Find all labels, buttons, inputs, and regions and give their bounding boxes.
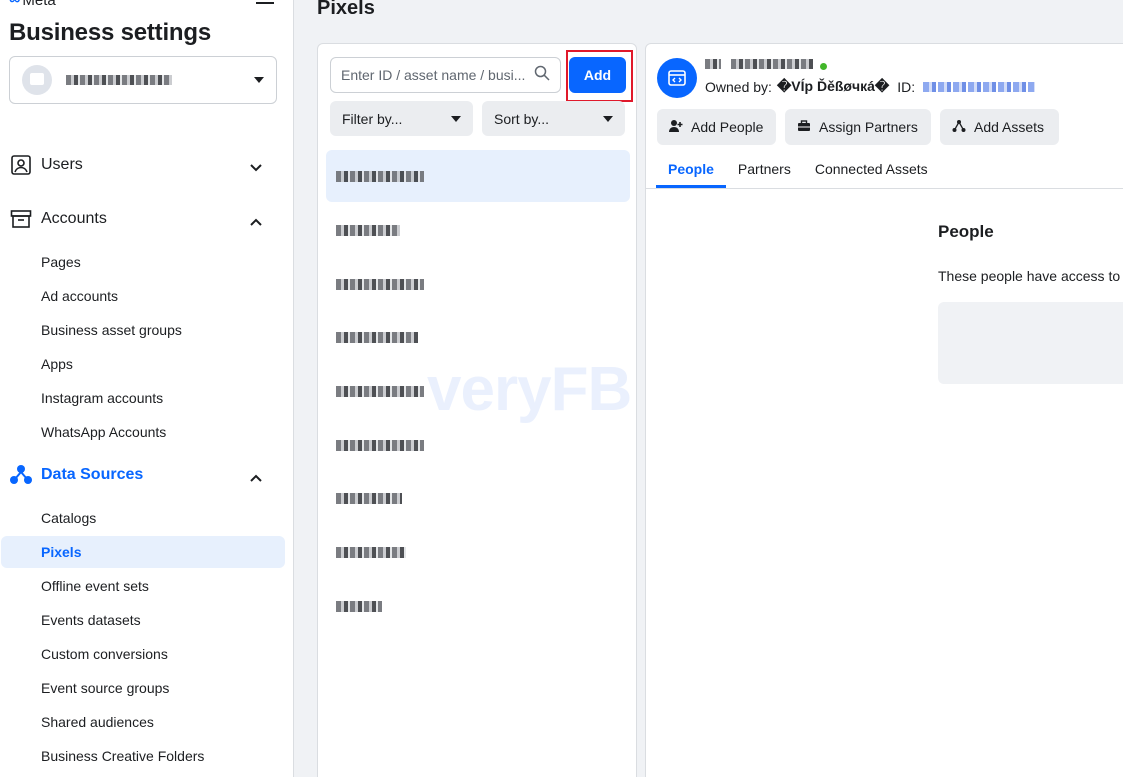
tabs-divider <box>646 188 1123 189</box>
sort-label: Sort by... <box>494 110 549 127</box>
people-heading: People <box>938 222 994 241</box>
business-selector[interactable] <box>9 56 277 104</box>
assets-network-icon <box>952 119 966 136</box>
filter-dropdown[interactable]: Filter by... <box>330 101 473 136</box>
archive-box-icon <box>9 207 33 231</box>
add-button[interactable]: Add <box>569 57 626 93</box>
chevron-up-icon <box>250 213 262 231</box>
pixel-name-redacted <box>336 600 382 612</box>
pixel-name-redacted <box>336 224 400 236</box>
sidebar-item-apps[interactable]: Apps <box>1 348 285 380</box>
business-avatar <box>22 65 52 95</box>
sidebar-item-offline-event-sets[interactable]: Offline event sets <box>1 570 285 602</box>
pixel-name-redacted <box>336 385 424 397</box>
sidebar-item-business-creative-folders[interactable]: Business Creative Folders <box>1 740 285 772</box>
sidebar: ∞ Meta Business settings Users Accounts … <box>0 0 294 777</box>
sidebar-item-pages[interactable]: Pages <box>1 246 285 278</box>
pixel-name-redacted <box>336 331 418 343</box>
data-sources-icon <box>9 463 33 487</box>
list-item[interactable] <box>326 204 630 256</box>
business-name-redacted <box>66 75 172 85</box>
list-item[interactable] <box>326 419 630 471</box>
sidebar-item-whatsapp-accounts[interactable]: WhatsApp Accounts <box>1 416 285 448</box>
chevron-up-icon <box>250 469 262 487</box>
meta-logo-text: Meta <box>22 0 56 9</box>
owned-by-label: Owned by: <box>705 78 772 95</box>
detail-tabs: People Partners Connected Assets <box>656 157 940 188</box>
assign-partners-label: Assign Partners <box>819 119 918 135</box>
status-online-icon <box>820 63 827 70</box>
pixel-list-panel: Add Filter by... Sort by... <box>317 43 637 777</box>
pixel-detail-panel: Owned by: �VÍр Ďěßøчкá� ID: Add People A… <box>645 43 1123 777</box>
sidebar-section-label: Accounts <box>41 210 107 227</box>
menu-toggle-icon[interactable] <box>256 2 274 4</box>
pixel-name-redacted <box>336 278 424 290</box>
tab-partners[interactable]: Partners <box>726 157 803 188</box>
owner-info: Owned by: �VÍр Ďěßøчкá� ID: <box>705 78 1036 95</box>
people-list-placeholder <box>938 302 1123 384</box>
sidebar-item-custom-conversions[interactable]: Custom conversions <box>1 638 285 670</box>
list-item[interactable] <box>326 150 630 202</box>
user-badge-icon <box>9 153 33 177</box>
pixel-name-redacted <box>336 170 424 182</box>
id-label: ID: <box>897 78 916 95</box>
meta-logo[interactable]: ∞ Meta <box>9 0 56 9</box>
sidebar-item-instagram-accounts[interactable]: Instagram accounts <box>1 382 285 414</box>
sidebar-item-events-datasets[interactable]: Events datasets <box>1 604 285 636</box>
sidebar-item-catalogs[interactable]: Catalogs <box>1 502 285 534</box>
add-assets-button[interactable]: Add Assets <box>940 109 1059 145</box>
sidebar-section-label: Data Sources <box>41 466 144 483</box>
sidebar-item-business-asset-groups[interactable]: Business asset groups <box>1 314 285 346</box>
page-heading: Business settings <box>9 19 211 46</box>
chevron-down-icon <box>250 159 262 177</box>
sort-dropdown[interactable]: Sort by... <box>482 101 625 136</box>
add-assets-label: Add Assets <box>974 119 1045 135</box>
assign-partners-button[interactable]: Assign Partners <box>785 109 931 145</box>
pixel-code-icon <box>657 58 697 98</box>
meta-infinity-icon: ∞ <box>9 0 20 9</box>
pixel-name-redacted <box>336 439 424 451</box>
list-item[interactable] <box>326 365 630 417</box>
pixel-id-redacted <box>923 81 1036 92</box>
list-item[interactable] <box>326 526 630 578</box>
list-item[interactable] <box>326 580 630 632</box>
sidebar-item-event-source-groups[interactable]: Event source groups <box>1 672 285 704</box>
sidebar-item-ad-accounts[interactable]: Ad accounts <box>1 280 285 312</box>
add-person-icon <box>669 119 683 136</box>
add-people-label: Add People <box>691 119 764 135</box>
sidebar-item-shared-audiences[interactable]: Shared audiences <box>1 706 285 738</box>
sidebar-section-data-sources[interactable]: Data Sources <box>0 460 294 490</box>
owner-name: �VÍр Ďěßøчкá� <box>776 78 890 94</box>
filter-label: Filter by... <box>342 110 403 127</box>
pixel-name-redacted <box>336 546 406 558</box>
add-people-button[interactable]: Add People <box>657 109 776 145</box>
pixel-name <box>705 57 827 70</box>
list-item[interactable] <box>326 472 630 524</box>
list-item[interactable] <box>326 258 630 310</box>
tab-people[interactable]: People <box>656 157 726 188</box>
sidebar-section-accounts[interactable]: Accounts <box>0 204 294 234</box>
pixel-name-redacted <box>731 58 813 69</box>
briefcase-icon <box>797 119 811 136</box>
search-icon[interactable] <box>534 65 550 86</box>
sidebar-section-label: Users <box>41 156 83 173</box>
page-title: Pixels <box>317 0 375 19</box>
people-description: These people have access to t <box>938 268 1123 284</box>
sidebar-item-pixels[interactable]: Pixels <box>1 536 285 568</box>
sidebar-section-users[interactable]: Users <box>0 150 294 180</box>
tab-connected-assets[interactable]: Connected Assets <box>803 157 940 188</box>
search-input[interactable] <box>341 67 531 83</box>
caret-down-icon <box>254 77 264 83</box>
caret-down-icon <box>603 115 613 122</box>
pixel-name-redacted <box>705 58 721 69</box>
list-item[interactable] <box>326 311 630 363</box>
caret-down-icon <box>451 115 461 122</box>
pixel-name-redacted <box>336 492 402 504</box>
search-box[interactable] <box>330 57 561 93</box>
